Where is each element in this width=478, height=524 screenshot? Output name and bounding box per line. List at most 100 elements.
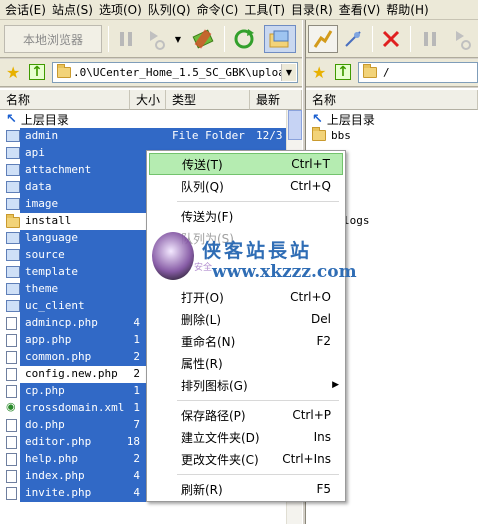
menu-options[interactable]: 选项(O) (96, 0, 145, 20)
file-name: index.php (25, 469, 85, 482)
toolbar: 本地浏览器 ▼ (0, 20, 478, 58)
menu-item-queue-as[interactable]: 队列为(S) (149, 227, 343, 249)
disconnect-icon[interactable] (340, 25, 366, 53)
file-name: install (25, 214, 72, 227)
column-header-type[interactable]: 类型 (166, 90, 250, 110)
menu-item-refresh[interactable]: 刷新(R) F5 (149, 478, 343, 500)
refresh-icon[interactable] (230, 25, 258, 53)
file-size: 1 (133, 333, 140, 346)
local-browser-button[interactable]: 本地浏览器 (4, 25, 102, 53)
php-file-icon (6, 368, 17, 381)
toolbar-separator (108, 26, 109, 52)
file-name: app.php (25, 333, 72, 346)
menu-tools[interactable]: 工具(T) (241, 0, 288, 20)
menu-item-change-folder[interactable]: 更改文件夹(C) Ctrl+Ins (149, 448, 343, 470)
lightning-icon[interactable] (308, 25, 338, 53)
menu-item-transfer-as[interactable]: 传送为(F) (149, 205, 343, 227)
column-header-name[interactable]: 名称 (0, 90, 130, 110)
left-path-combo[interactable]: .0\UCenter_Home_1.5_SC_GBK\upload ▼ (52, 62, 298, 83)
menu-view[interactable]: 查看(V) (336, 0, 384, 20)
menu-item-label: 刷新(R) (181, 482, 223, 497)
connect-icon[interactable] (190, 25, 218, 53)
menu-item-label: 重命名(N) (181, 334, 236, 349)
menu-item-label: 建立文件夹(D) (181, 430, 260, 445)
right-path-text: / (383, 66, 390, 79)
stop-icon[interactable] (378, 25, 404, 53)
up-directory-icon[interactable]: ↑ (335, 64, 351, 80)
file-name: editor.php (25, 435, 92, 448)
menu-command[interactable]: 命令(C) (194, 0, 242, 20)
php-file-icon (6, 453, 17, 466)
folder-icon (6, 249, 20, 261)
menu-item-label: 更改文件夹(C) (181, 452, 259, 467)
file-name: uc_client (25, 299, 85, 312)
dropdown-arrow-icon[interactable]: ▼ (172, 25, 184, 53)
folder-view-icon[interactable] (264, 25, 296, 53)
menu-item-queue[interactable]: 队列(Q) Ctrl+Q (149, 175, 343, 197)
file-name: attachment (25, 163, 92, 176)
menu-item-label: 打开(O) (181, 290, 224, 305)
file-name: invite.php (25, 486, 92, 499)
menu-help[interactable]: 帮助(H) (383, 0, 431, 20)
menu-item-label: 队列(Q) (181, 179, 224, 194)
menu-item-shortcut: F5 (316, 482, 331, 496)
column-header-size[interactable]: 大小 (130, 90, 166, 110)
menu-item-label: 保存路径(P) (181, 408, 246, 423)
left-path-text: .0\UCenter_Home_1.5_SC_GBK\upload (73, 66, 292, 79)
file-size: 2 (133, 350, 140, 363)
menu-item-create-folder[interactable]: 建立文件夹(D) Ins (149, 426, 343, 448)
file-name: config.new.php (25, 367, 118, 380)
menu-separator (177, 400, 339, 401)
pause-icon[interactable] (418, 25, 442, 53)
menu-item-transfer[interactable]: 传送(T) Ctrl+T (149, 153, 343, 175)
file-name: theme (25, 282, 59, 295)
php-file-icon (6, 334, 17, 347)
menu-item-save-path[interactable]: 保存路径(P) Ctrl+P (149, 404, 343, 426)
scrollbar-thumb[interactable] (288, 110, 302, 140)
menu-session[interactable]: 会话(E) (0, 0, 49, 20)
favorites-star-icon[interactable]: ★ (312, 65, 326, 81)
table-row[interactable]: admin File Folder 12/3 (0, 128, 286, 145)
folder-icon (57, 64, 71, 78)
parent-directory-row[interactable]: ↖ 上层目录 (312, 110, 375, 128)
file-size: 1 (133, 384, 140, 397)
column-header-name[interactable]: 名称 (306, 90, 478, 110)
file-date: 12/3 (256, 129, 283, 142)
remote-file-name: bbs (331, 129, 351, 142)
file-size: 2 (133, 367, 140, 380)
menu-item-shortcut: Ctrl+Q (290, 179, 331, 193)
file-size: 1 (133, 401, 140, 414)
transfer-icon[interactable] (450, 25, 474, 53)
right-path-combo[interactable]: / (358, 62, 478, 83)
file-size: 4 (133, 316, 140, 329)
transfer-icon[interactable] (144, 25, 168, 53)
file-name: do.php (25, 418, 65, 431)
up-directory-icon[interactable]: ↑ (29, 64, 45, 80)
file-name: language (25, 231, 78, 244)
pause-icon[interactable] (114, 25, 138, 53)
menu-queue[interactable]: 队列(Q) (145, 0, 194, 20)
file-name: data (25, 180, 52, 193)
menu-item-delete[interactable]: 删除(L) Del (149, 308, 343, 330)
favorites-star-icon[interactable]: ★ (6, 65, 20, 81)
menu-item-shortcut: Ctrl+P (292, 408, 331, 422)
file-size: 18 (126, 435, 140, 448)
file-name: help.php (25, 452, 78, 465)
menu-directory[interactable]: 目录(R) (288, 0, 336, 20)
menu-site[interactable]: 站点(S) (49, 0, 96, 20)
dropdown-arrow-icon[interactable]: ▼ (281, 64, 296, 81)
folder-icon (363, 64, 377, 78)
file-name: admin (25, 129, 59, 142)
column-header-date[interactable]: 最新 (250, 90, 302, 110)
folder-icon (312, 127, 326, 141)
menu-item-arrange-icons[interactable]: 排列图标(G) ▶ (149, 374, 343, 396)
file-type: File Folder (172, 129, 245, 142)
menu-item-open[interactable]: 打开(O) Ctrl+O (149, 286, 343, 308)
remote-row-bbs[interactable]: bbs (306, 127, 478, 145)
menu-item-properties[interactable]: 属性(R) (149, 352, 343, 374)
menu-separator (177, 201, 339, 202)
menu-item-rename[interactable]: 重命名(N) F2 (149, 330, 343, 352)
folder-icon (6, 266, 20, 278)
parent-directory-row[interactable]: ↖ 上层目录 (6, 110, 69, 128)
parent-directory-label: 上层目录 (20, 112, 69, 127)
